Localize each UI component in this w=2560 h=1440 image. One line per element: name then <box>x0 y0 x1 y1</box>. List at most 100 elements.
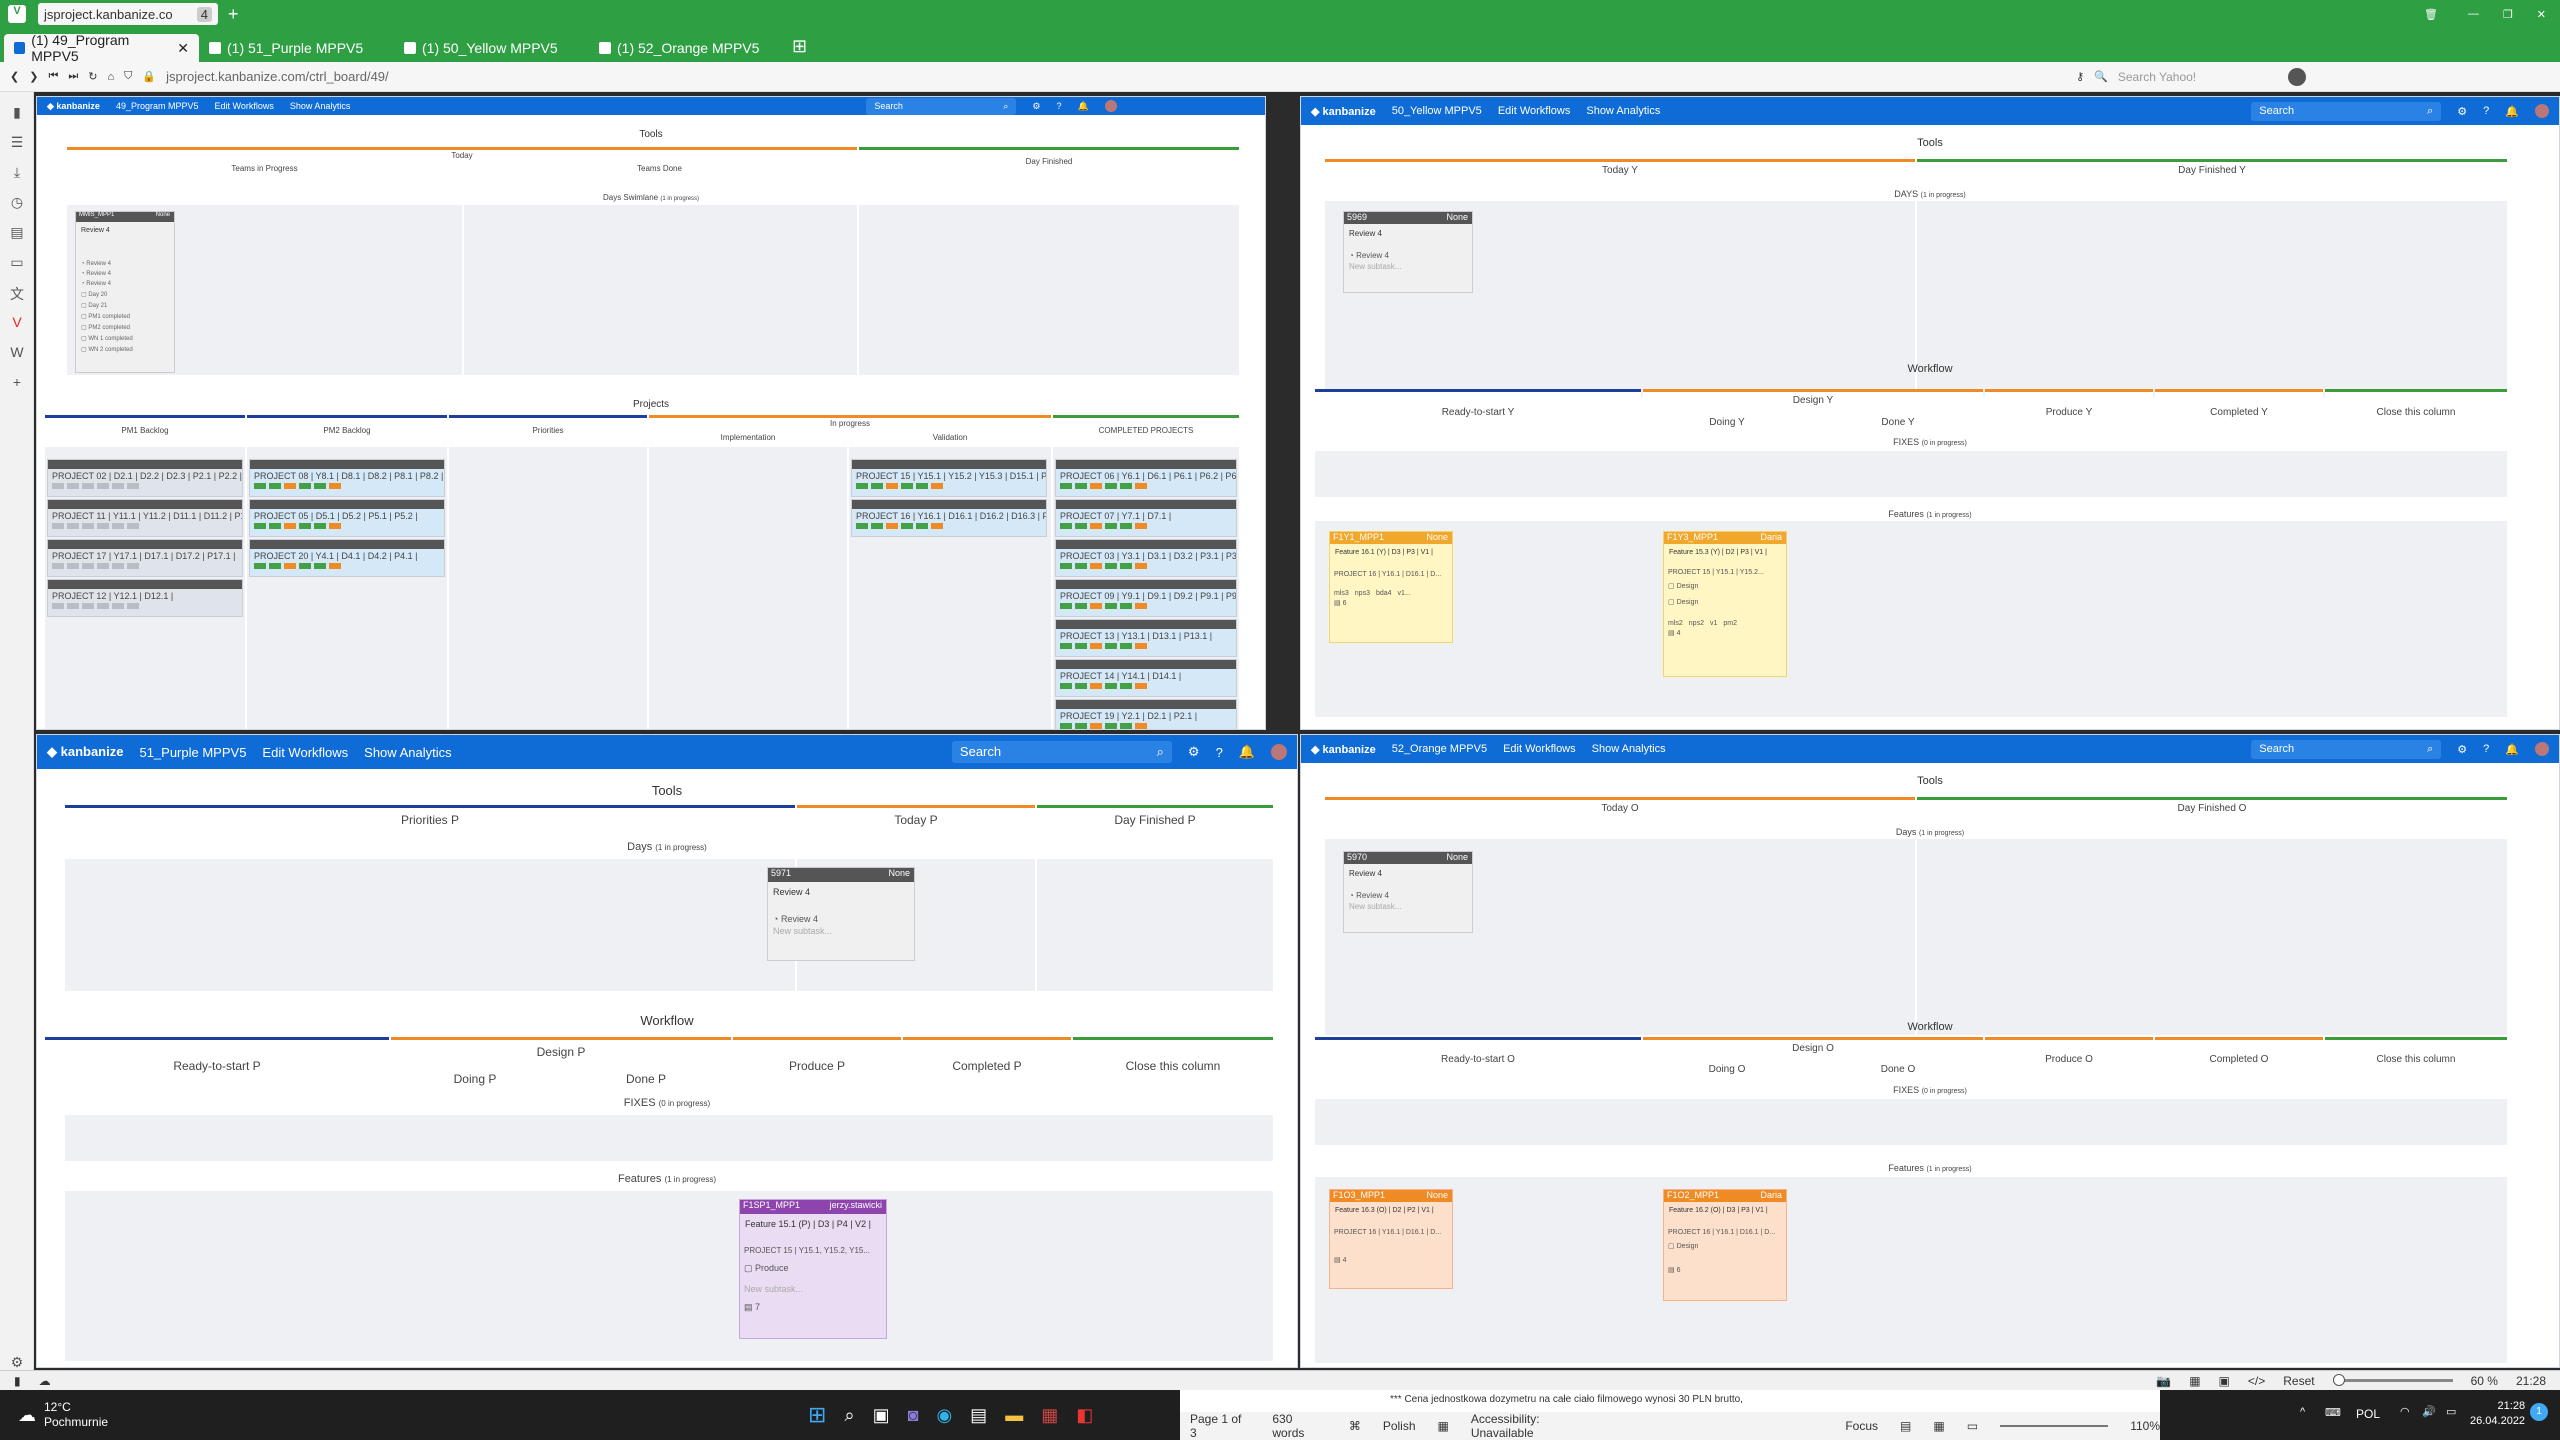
project-card[interactable]: PROJECT 02 | D2.1 | D2.2 | D2.3 | P2.1 |… <box>47 459 243 497</box>
col-close[interactable]: Close this column <box>2325 389 2507 433</box>
project-card[interactable]: PROJECT 19 | Y2.1 | D2.1 | P2.1 | <box>1055 699 1237 729</box>
edit-workflows-button[interactable]: Edit Workflows <box>214 101 273 111</box>
kanbanize-logo[interactable]: ◆ kanbanize <box>1311 743 1376 756</box>
word-zoom-level[interactable]: 110% <box>2130 1419 2160 1433</box>
read-mode-icon[interactable]: ▤ <box>1900 1419 1911 1433</box>
notifications-icon[interactable]: 🔔 <box>2505 105 2519 118</box>
col-ready-to-start-p[interactable]: Ready-to-start P <box>45 1037 389 1091</box>
tab-orange[interactable]: (1) 52_Orange MPPV5 <box>589 34 784 62</box>
print-layout-icon[interactable]: ▦ <box>1933 1419 1944 1433</box>
help-icon[interactable]: ? <box>2483 105 2489 117</box>
col-completed-projects[interactable]: COMPLETED PROJECTS <box>1053 415 1239 443</box>
card-review[interactable]: 5970 None Review 4 ◔ Review 4 New subtask… <box>1343 851 1473 933</box>
tray-chevron-icon[interactable]: ^ <box>2300 1406 2305 1418</box>
panel-toggle-icon[interactable]: ▮ <box>14 1374 21 1388</box>
add-tab-icon[interactable]: ⊞ <box>792 36 807 57</box>
col-today-p[interactable]: Today P <box>797 805 1035 831</box>
kanbanize-logo[interactable]: ◆ kanbanize <box>1311 105 1376 118</box>
zoom-slider[interactable] <box>2332 1374 2453 1386</box>
kanbanize-logo[interactable]: ◆ kanbanize <box>47 101 100 112</box>
kanbanize-logo[interactable]: ◆ kanbanize <box>47 744 123 760</box>
code-icon[interactable]: </> <box>2248 1374 2265 1388</box>
col-pm1-backlog[interactable]: PM1 Backlog <box>45 415 245 443</box>
image-icon[interactable]: ▣ <box>2219 1374 2230 1388</box>
search-icon[interactable]: ⌕ <box>844 1405 854 1426</box>
board-selector[interactable]: 50_Yellow MPPV5 <box>1392 105 1482 117</box>
col-day-finished-p[interactable]: Day Finished P <box>1037 805 1273 831</box>
capture-icon[interactable]: 📷 <box>2156 1374 2171 1388</box>
feature-card[interactable]: F1Y3_MPP1 Daria Feature 15.3 (Y) | D2 | P… <box>1663 531 1787 677</box>
tab-kanbanize-stack[interactable]: jsproject.kanbanize.co 4 <box>38 3 218 25</box>
forward-icon[interactable]: ❯ <box>29 70 38 83</box>
user-avatar-icon[interactable] <box>2535 104 2549 118</box>
board-search-input[interactable]: Search ⌕ <box>866 97 1017 115</box>
teams-icon[interactable]: ◙ <box>908 1405 919 1426</box>
notifications-icon[interactable]: 🔔 <box>1077 101 1088 112</box>
office-icon[interactable]: ◧ <box>1076 1405 1093 1426</box>
feature-card[interactable]: F1SP1_MPP1 jerzy.stawicki Feature 15.1 (P… <box>739 1199 887 1339</box>
board-search-input[interactable]: Search ⌕ <box>951 741 1172 763</box>
col-close[interactable]: Close this column <box>1073 1037 1273 1091</box>
board-selector[interactable]: 52_Orange MPPV5 <box>1392 743 1487 755</box>
input-language[interactable]: POL <box>2356 1407 2380 1421</box>
help-icon[interactable]: ? <box>1216 745 1223 760</box>
project-card[interactable]: PROJECT 08 | Y8.1 | D8.1 | D8.2 | P8.1 |… <box>249 459 445 497</box>
word-language[interactable]: Polish <box>1383 1419 1416 1433</box>
rewind-icon[interactable]: ⏮ <box>48 70 58 83</box>
col-doing-p[interactable]: Doing P <box>391 1063 559 1091</box>
show-analytics-button[interactable]: Show Analytics <box>364 745 451 760</box>
col-validation[interactable]: Validation <box>849 429 1051 443</box>
tab-yellow[interactable]: (1) 50_Yellow MPPV5 <box>394 34 589 62</box>
col-day-finished-y[interactable]: Day Finished Y <box>1917 159 2507 179</box>
col-doing-y[interactable]: Doing Y <box>1643 409 1811 433</box>
new-subtask-input[interactable]: New subtask... <box>1344 260 1472 273</box>
col-today[interactable]: Today <box>67 147 857 161</box>
col-produce-y[interactable]: Produce Y <box>1985 389 2153 433</box>
word-zoom-slider[interactable] <box>2000 1425 2109 1427</box>
settings-icon[interactable]: ⚙ <box>2457 105 2467 118</box>
card-project-link[interactable]: PROJECT 16 | Y16.1 | D16.1 | D... <box>1330 1217 1452 1238</box>
project-card[interactable]: PROJECT 07 | Y7.1 | D7.1 | <box>1055 499 1237 537</box>
settings-icon[interactable]: ⚙ <box>1032 101 1040 112</box>
show-analytics-button[interactable]: Show Analytics <box>290 101 351 111</box>
url-field[interactable]: jsproject.kanbanize.com/ctrl_board/49/ <box>166 69 2066 84</box>
notification-center-icon[interactable]: 1 <box>2530 1403 2548 1421</box>
board-selector[interactable]: 51_Purple MPPV5 <box>139 745 246 760</box>
bookmarks-icon[interactable]: ▮ <box>8 104 26 122</box>
word-count[interactable]: 630 words <box>1272 1412 1326 1440</box>
col-produce-o[interactable]: Produce O <box>1985 1037 2153 1079</box>
col-close[interactable]: Close this column <box>2325 1037 2507 1079</box>
board-search-input[interactable]: Search ⌕ <box>2251 101 2442 121</box>
user-avatar-icon[interactable] <box>2535 742 2549 756</box>
minimize-icon[interactable]: — <box>2468 8 2479 20</box>
project-card[interactable]: PROJECT 13 | Y13.1 | D13.1 | P13.1 | <box>1055 619 1237 657</box>
tile-icon[interactable]: ▦ <box>2189 1374 2200 1388</box>
help-icon[interactable]: ? <box>2483 743 2489 755</box>
col-design-o[interactable]: Design O <box>1643 1037 1983 1057</box>
windows-start-icon[interactable]: ⊞ <box>808 1402 826 1428</box>
battery-icon[interactable]: ▭ <box>2446 1405 2456 1418</box>
col-done-p[interactable]: Done P <box>561 1063 731 1091</box>
feature-card[interactable]: F1O3_MPP1 None Feature 16.3 (O) | D2 | P2… <box>1329 1189 1453 1289</box>
volume-icon[interactable]: 🔊 <box>2422 1405 2436 1418</box>
col-in-progress[interactable]: In progress <box>649 415 1051 429</box>
browser-search-input[interactable]: Search Yahoo! <box>2118 70 2278 84</box>
macro-icon[interactable]: ▦ <box>1438 1419 1449 1433</box>
word-focus-button[interactable]: Focus <box>1845 1419 1878 1433</box>
project-card[interactable]: PROJECT 09 | Y9.1 | D9.1 | D9.2 | P9.1 |… <box>1055 579 1237 617</box>
show-analytics-button[interactable]: Show Analytics <box>1586 105 1660 117</box>
weather-icon[interactable]: ☁ <box>18 1405 36 1426</box>
col-ready-to-start-o[interactable]: Ready-to-start O <box>1315 1037 1641 1079</box>
col-completed-o[interactable]: Completed O <box>2155 1037 2323 1079</box>
new-subtask-input[interactable]: New subtask... <box>1344 900 1472 913</box>
edge-icon[interactable]: ◉ <box>936 1405 952 1426</box>
help-icon[interactable]: ? <box>1056 101 1061 111</box>
card-review[interactable]: MMIS_MPP1 None Review 4 ◔ Review 4 ◔ Revie… <box>75 211 175 373</box>
translate-icon[interactable]: 文 <box>8 284 26 302</box>
card-project-link[interactable]: PROJECT 15 | Y15.1 | Y15.2... <box>1664 559 1786 578</box>
spellcheck-icon[interactable]: ⌘ <box>1349 1419 1361 1433</box>
notifications-icon[interactable]: 🔔 <box>1239 744 1255 760</box>
wikipedia-icon[interactable]: W <box>8 344 26 362</box>
fast-forward-icon[interactable]: ⏭ <box>68 70 78 83</box>
window-panel-icon[interactable]: ▭ <box>8 254 26 272</box>
